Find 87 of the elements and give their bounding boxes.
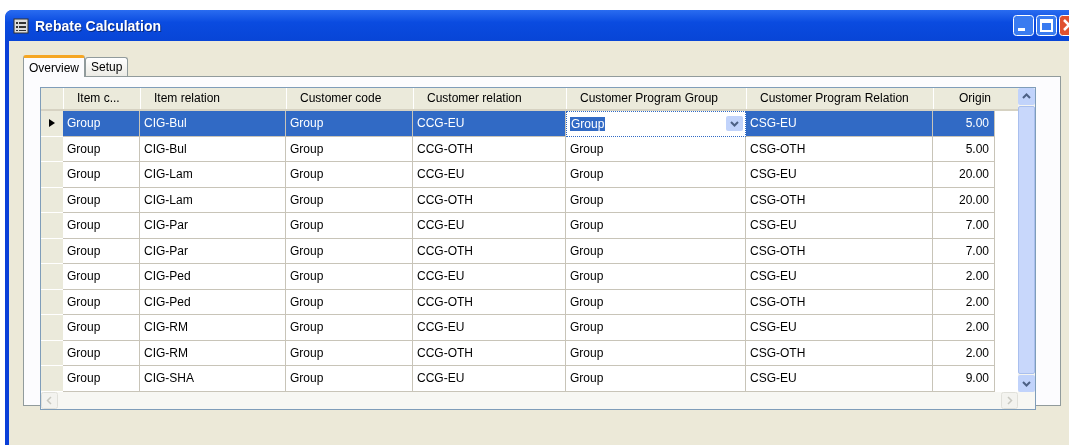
column-header[interactable]: Customer Program Relation xyxy=(746,88,933,109)
table-cell: CCG-EU xyxy=(413,366,566,392)
column-header[interactable]: Item relation xyxy=(140,88,286,109)
table-cell: Group xyxy=(63,315,140,341)
table-cell: CSG-EU xyxy=(746,162,933,188)
table-cell: Group xyxy=(566,187,746,213)
table-cell: CIG-RM xyxy=(140,315,286,341)
table-cell: CIG-Bul xyxy=(140,136,286,162)
table-cell: Group xyxy=(286,238,413,264)
table-cell: CCG-OTH xyxy=(413,238,566,264)
table-cell: CSG-OTH xyxy=(746,238,933,264)
column-header[interactable]: Customer relation xyxy=(413,88,566,109)
table-cell: Group xyxy=(63,340,140,366)
table-cell: CIG-Ped xyxy=(140,289,286,315)
table-cell: CSG-OTH xyxy=(746,289,933,315)
table-cell: Group xyxy=(566,366,746,392)
table-cell: CCG-EU xyxy=(413,111,566,137)
table-cell: CIG-SHA xyxy=(140,366,286,392)
table-cell: CSG-EU xyxy=(746,264,933,290)
tab[interactable]: Setup xyxy=(85,57,129,76)
table-cell: CIG-RM xyxy=(140,340,286,366)
table-cell: Group xyxy=(286,187,413,213)
combo-box[interactable]: Group xyxy=(566,111,746,137)
table-cell: Group xyxy=(566,238,746,264)
table-cell: Group xyxy=(63,187,140,213)
table-cell: Group xyxy=(63,111,140,137)
table-cell: 5.00 xyxy=(933,136,995,162)
column-header[interactable]: Origin xyxy=(933,88,995,109)
table-cell: Group xyxy=(566,315,746,341)
table-cell: Group xyxy=(566,264,746,290)
table-cell: CIG-Ped xyxy=(140,264,286,290)
table-cell: 2.00 xyxy=(933,289,995,315)
table-cell: CSG-OTH xyxy=(746,136,933,162)
table-cell: Group xyxy=(286,315,413,341)
table-cell: Group xyxy=(286,111,413,137)
table-cell: CIG-Bul xyxy=(140,111,286,137)
table-cell: CSG-EU xyxy=(746,366,933,392)
table-cell: CCG-OTH xyxy=(413,187,566,213)
table-cell: 20.00 xyxy=(933,162,995,188)
table-cell: Group xyxy=(286,340,413,366)
table-cell: Group xyxy=(286,162,413,188)
table-cell: Group xyxy=(566,136,746,162)
table-cell: CCG-EU xyxy=(413,264,566,290)
table-cell: Group xyxy=(286,264,413,290)
table-cell: CCG-EU xyxy=(413,162,566,188)
window-title: Rebate Calculation xyxy=(35,17,162,34)
table-cell: Group xyxy=(566,162,746,188)
table-cell: Group xyxy=(566,340,746,366)
table-cell: CIG-Par xyxy=(140,213,286,239)
table-cell: 2.00 xyxy=(933,264,995,290)
table-cell: CSG-EU xyxy=(746,315,933,341)
table-cell: 7.00 xyxy=(933,213,995,239)
table-cell: Group xyxy=(286,136,413,162)
table-cell: 9.00 xyxy=(933,366,995,392)
table-cell: Group xyxy=(286,213,413,239)
table-cell: CSG-EU xyxy=(746,111,933,137)
table-cell: Group xyxy=(63,238,140,264)
table-cell: Group xyxy=(566,289,746,315)
tab[interactable]: Overview xyxy=(23,55,85,77)
table-cell: CIG-Lam xyxy=(140,187,286,213)
table-cell: Group xyxy=(63,213,140,239)
table-cell: CSG-OTH xyxy=(746,340,933,366)
table-cell: CIG-Lam xyxy=(140,162,286,188)
table-cell: Group xyxy=(63,264,140,290)
table-cell: 20.00 xyxy=(933,187,995,213)
table-cell: CCG-OTH xyxy=(413,289,566,315)
table-cell: 5.00 xyxy=(933,111,995,137)
table-cell: CIG-Par xyxy=(140,238,286,264)
table-cell: CSG-EU xyxy=(746,213,933,239)
table-cell: 7.00 xyxy=(933,238,995,264)
table-cell: Group xyxy=(63,136,140,162)
column-header[interactable]: Customer code xyxy=(286,88,413,109)
column-header[interactable]: Item c... xyxy=(63,88,140,109)
table-cell: 2.00 xyxy=(933,340,995,366)
table-cell: Group xyxy=(286,289,413,315)
table-cell: Group xyxy=(63,366,140,392)
column-header[interactable]: Customer Program Group xyxy=(566,88,746,109)
table-cell: Group xyxy=(566,213,746,239)
table-cell: CCG-OTH xyxy=(413,340,566,366)
table-cell: CCG-OTH xyxy=(413,136,566,162)
table-cell: CCG-EU xyxy=(413,315,566,341)
table-cell: CCG-EU xyxy=(413,213,566,239)
table-cell: Group xyxy=(63,162,140,188)
table-cell: CSG-OTH xyxy=(746,187,933,213)
table-cell: Group xyxy=(63,289,140,315)
table-cell: 2.00 xyxy=(933,315,995,341)
table-cell: Group xyxy=(286,366,413,392)
